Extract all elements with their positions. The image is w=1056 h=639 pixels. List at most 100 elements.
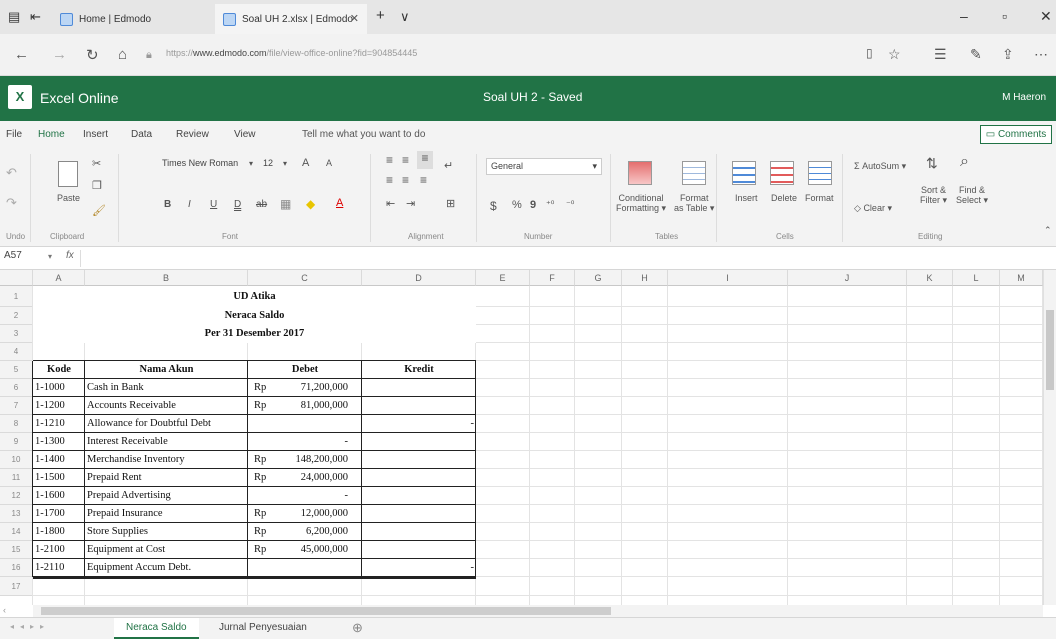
vertical-scrollbar[interactable] <box>1043 270 1056 605</box>
tab-data[interactable]: Data <box>131 129 152 140</box>
column-header[interactable]: C <box>248 270 362 286</box>
strikethrough-icon[interactable]: ab <box>256 199 267 210</box>
tab-back-icon[interactable]: ⇤ <box>30 9 41 25</box>
row-header[interactable]: 9 <box>0 433 33 451</box>
paste-button[interactable]: Paste <box>57 193 80 203</box>
more-icon[interactable]: ⋯ <box>1034 46 1048 63</box>
column-header[interactable]: D <box>362 270 476 286</box>
column-header[interactable]: G <box>575 270 622 286</box>
row-header[interactable]: 2 <box>0 307 33 325</box>
format-cells-icon[interactable] <box>808 161 832 185</box>
user-name[interactable]: M Haeron <box>1002 92 1046 103</box>
back-icon[interactable]: ← <box>14 46 29 63</box>
paste-icon[interactable] <box>58 161 78 187</box>
row-header[interactable]: 8 <box>0 415 33 433</box>
select-all-corner[interactable] <box>0 270 33 286</box>
delete-button[interactable]: Delete <box>771 193 797 203</box>
maximize-icon[interactable]: ▫ <box>1002 8 1007 24</box>
name-box[interactable]: A57 <box>0 250 62 267</box>
add-sheet-icon[interactable]: ⊕ <box>352 620 363 636</box>
collapse-ribbon-icon[interactable]: ⌃ <box>1044 225 1052 236</box>
column-header[interactable]: B <box>85 270 248 286</box>
underline-button[interactable]: U <box>210 199 217 210</box>
row-header[interactable]: 16 <box>0 559 33 577</box>
percent-icon[interactable]: % <box>512 199 522 211</box>
increase-indent-icon[interactable]: ⇥ <box>406 197 415 210</box>
number-format-select[interactable]: General ▾ <box>486 158 602 175</box>
cut-icon[interactable]: ✂ <box>92 157 101 170</box>
insert-cells-icon[interactable] <box>732 161 756 185</box>
column-header[interactable]: H <box>622 270 668 286</box>
tab-view[interactable]: View <box>234 129 256 140</box>
scroll-thumb[interactable] <box>1046 310 1054 390</box>
column-header[interactable]: I <box>668 270 788 286</box>
row-header[interactable]: 15 <box>0 541 33 559</box>
row-header[interactable]: 17 <box>0 577 33 596</box>
undo-icon[interactable]: ↶ <box>6 165 17 181</box>
sheet-nav-icon[interactable]: ◂◂▸▸ <box>10 622 50 631</box>
column-header[interactable]: F <box>530 270 575 286</box>
share-icon[interactable]: ⇪ <box>1002 46 1014 63</box>
close-tab-icon[interactable]: ✕ <box>350 12 359 25</box>
sheet-tab-neraca-saldo[interactable]: Neraca Saldo <box>114 618 199 639</box>
find-icon[interactable]: ⌕ <box>960 153 969 171</box>
tab-soal-uh[interactable]: Soal UH 2.xlsx | Edmodo ✕ <box>215 4 367 34</box>
column-header[interactable]: E <box>476 270 530 286</box>
comma-style-icon[interactable]: 9 <box>530 199 536 211</box>
find-select-button[interactable]: Find & Select ▾ <box>956 185 988 206</box>
scroll-left-icon[interactable]: ‹ <box>3 605 6 615</box>
sort-filter-button[interactable]: Sort & Filter ▾ <box>920 185 947 206</box>
format-as-table-button[interactable]: Format as Table ▾ <box>674 193 714 214</box>
row-header[interactable]: 7 <box>0 397 33 415</box>
spreadsheet-grid[interactable]: ABCDEFGHIJKLMN1234567891011121314151617U… <box>0 270 1043 605</box>
fill-color-icon[interactable]: ◆ <box>306 197 315 211</box>
grow-font-icon[interactable]: A <box>302 157 309 169</box>
shrink-font-icon[interactable]: A <box>326 158 332 168</box>
forward-icon[interactable]: → <box>52 46 67 63</box>
minimize-icon[interactable]: – <box>960 8 968 24</box>
tab-list-icon[interactable]: ∨ <box>400 9 410 25</box>
format-painter-icon[interactable]: 🖌︎ <box>92 204 106 217</box>
align-right-icon[interactable]: ≡ <box>420 173 427 187</box>
scroll-thumb[interactable] <box>41 607 611 615</box>
favorites-hub-icon[interactable]: ☰ <box>934 46 947 63</box>
italic-button[interactable]: I <box>188 199 191 210</box>
column-header[interactable]: M <box>1000 270 1043 286</box>
row-header[interactable]: 10 <box>0 451 33 469</box>
new-tab-button[interactable]: + <box>376 7 385 24</box>
borders-icon[interactable]: ▦ <box>280 197 291 211</box>
tab-insert[interactable]: Insert <box>83 129 108 140</box>
decrease-decimal-icon[interactable]: ⁻⁰ <box>566 199 574 210</box>
align-center-icon[interactable]: ≡ <box>402 173 409 187</box>
autosum-button[interactable]: Σ AutoSum ▾ <box>854 161 906 172</box>
tab-file[interactable]: File <box>6 129 22 140</box>
tab-review[interactable]: Review <box>176 129 209 140</box>
decrease-indent-icon[interactable]: ⇤ <box>386 197 395 210</box>
chevron-down-icon[interactable]: ▾ <box>249 159 253 168</box>
redo-icon[interactable]: ↷ <box>6 195 17 211</box>
column-header[interactable]: J <box>788 270 907 286</box>
column-header[interactable]: K <box>907 270 953 286</box>
tab-actions-icon[interactable]: ▤ <box>8 9 20 25</box>
row-header[interactable]: 3 <box>0 325 33 343</box>
format-button[interactable]: Format <box>805 193 834 203</box>
excel-logo-icon[interactable]: X <box>8 85 32 109</box>
conditional-formatting-button[interactable]: Conditional Formatting ▾ <box>616 193 666 214</box>
reading-view-icon[interactable]: ▯ <box>866 46 873 60</box>
row-header[interactable]: 14 <box>0 523 33 541</box>
chevron-down-icon[interactable]: ▾ <box>48 252 52 261</box>
row-header[interactable]: 11 <box>0 469 33 487</box>
align-middle-icon[interactable]: ≡ <box>402 153 409 167</box>
horizontal-scrollbar[interactable]: ‹ <box>3 605 1043 617</box>
fx-icon[interactable]: fx <box>66 250 74 261</box>
copy-icon[interactable]: ❐ <box>92 179 102 192</box>
increase-decimal-icon[interactable]: ⁺⁰ <box>546 199 554 210</box>
home-icon[interactable]: ⌂ <box>118 46 127 63</box>
insert-button[interactable]: Insert <box>735 193 758 203</box>
row-header[interactable]: 13 <box>0 505 33 523</box>
close-window-icon[interactable]: ✕ <box>1040 8 1052 25</box>
align-bottom-icon[interactable]: ≡ <box>417 151 433 169</box>
align-left-icon[interactable]: ≡ <box>386 173 393 187</box>
row-header[interactable]: 4 <box>0 343 33 361</box>
align-top-icon[interactable]: ≡ <box>386 153 393 167</box>
